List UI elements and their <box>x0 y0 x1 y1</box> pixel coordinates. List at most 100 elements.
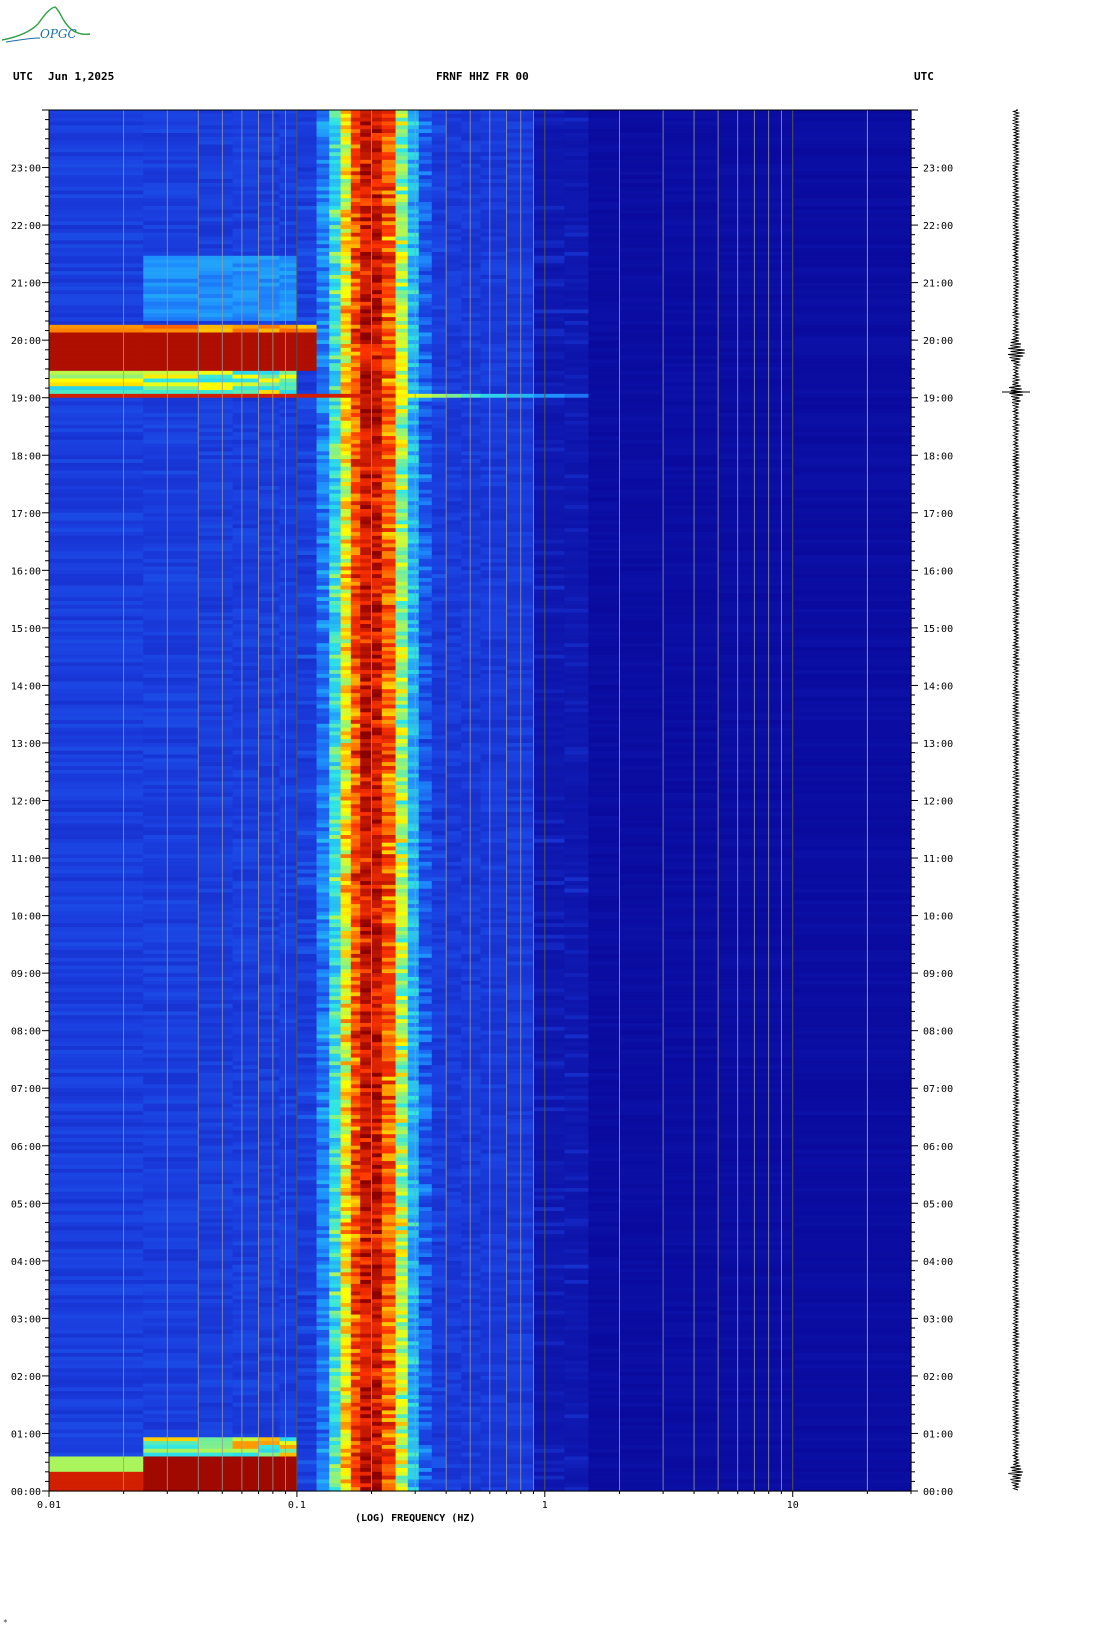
spectrogram-cell <box>564 420 590 426</box>
spectrogram-cell <box>663 255 719 261</box>
spectrogram-cell <box>49 558 144 564</box>
spectrogram-cell <box>143 643 199 648</box>
spectrogram-cell <box>279 585 298 591</box>
spectrogram-cell <box>143 374 199 380</box>
spectrogram-cell <box>395 175 409 180</box>
spectrogram-cell <box>480 317 508 322</box>
spectrogram-cell <box>564 113 590 119</box>
spectrogram-cell <box>143 731 199 736</box>
spectrogram-cell <box>480 474 508 479</box>
spectrogram-cell <box>418 639 433 644</box>
spectrogram-cell <box>49 305 144 311</box>
spectrogram-cell <box>533 562 566 568</box>
spectrogram-cell <box>619 121 664 126</box>
spectrogram-cell <box>350 110 361 115</box>
spectrogram-cell <box>663 328 719 334</box>
spectrogram-cell <box>506 639 535 644</box>
spectrogram-cell <box>663 731 719 736</box>
spectrogram-cell <box>49 359 144 364</box>
spectrogram-cell <box>418 750 433 756</box>
spectrogram-cell <box>461 501 482 506</box>
spectrogram-cell <box>350 727 361 733</box>
spectrogram-cell <box>371 171 383 176</box>
spectrogram-cell <box>360 367 373 372</box>
spectrogram-cell <box>395 466 409 472</box>
spectrogram-cell <box>506 232 535 238</box>
spectrogram-cell <box>663 271 719 276</box>
spectrogram-cell <box>49 746 144 752</box>
spectrogram-cell <box>316 497 330 502</box>
spectrogram-cell <box>407 428 420 433</box>
spectrogram-cell <box>506 501 535 506</box>
spectrogram-cell <box>258 148 281 153</box>
spectrogram-cell <box>395 232 409 238</box>
spectrogram-cell <box>279 205 298 211</box>
spectrogram-cell <box>232 156 260 161</box>
spectrogram-cell <box>329 420 342 426</box>
spectrogram-cell <box>258 693 281 698</box>
spectrogram-cell <box>329 466 342 472</box>
spectrogram-cell <box>619 608 664 614</box>
spectrogram-cell <box>258 739 281 744</box>
spectrogram-cell <box>718 574 794 579</box>
spectrogram-cell <box>533 742 566 748</box>
spectrogram-cell <box>407 221 420 226</box>
spectrogram-cell <box>718 608 794 614</box>
spectrogram-cell <box>480 282 508 288</box>
spectrogram-cell <box>480 654 508 660</box>
spectrogram-cell <box>198 136 234 142</box>
spectrogram-cell <box>258 117 281 123</box>
spectrogram-cell <box>446 328 462 334</box>
spectrogram-cell <box>418 512 433 518</box>
spectrogram-cell <box>279 420 298 426</box>
spectrogram-cell <box>792 624 912 629</box>
spectrogram-cell <box>446 742 462 748</box>
spectrogram-cell <box>350 693 361 698</box>
spectrogram-cell <box>407 274 420 280</box>
spectrogram-cell <box>506 524 535 529</box>
spectrogram-cell <box>360 627 373 633</box>
spectrogram-cell <box>198 209 234 215</box>
spectrogram-cell <box>198 520 234 525</box>
spectrogram-cell <box>431 685 447 690</box>
spectrogram-cell <box>329 570 342 575</box>
spectrogram-cell <box>49 566 144 571</box>
spectrogram-cell <box>418 520 433 525</box>
spectrogram-cell <box>232 117 260 123</box>
spectrogram-cell <box>258 240 281 245</box>
spectrogram-cell <box>395 443 409 449</box>
spectrogram-cell <box>395 658 409 663</box>
spectrogram-cell <box>588 163 621 169</box>
spectrogram-cell <box>232 474 260 479</box>
spectrogram-cell <box>418 202 433 207</box>
spectrogram-cell <box>533 735 566 740</box>
spectrogram-cell <box>232 405 260 410</box>
spectrogram-cell <box>340 267 352 272</box>
spectrogram-cell <box>340 658 352 663</box>
spectrogram-cell <box>446 612 462 617</box>
spectrogram-cell <box>395 148 409 153</box>
spectrogram-cell <box>663 451 719 456</box>
spectrogram-cell <box>395 363 409 368</box>
spectrogram-cell <box>316 129 330 134</box>
spectrogram-cell <box>480 535 508 541</box>
spectrogram-cell <box>588 754 621 759</box>
spectrogram-cell <box>143 301 199 307</box>
spectrogram-cell <box>564 493 590 499</box>
spectrogram-cell <box>533 547 566 552</box>
spectrogram-cell <box>792 470 912 476</box>
spectrogram-cell <box>371 551 383 556</box>
spectrogram-cell <box>198 301 234 307</box>
spectrogram-cell <box>350 700 361 706</box>
spectrogram-cell <box>350 758 361 763</box>
spectrogram-cell <box>533 650 566 656</box>
spectrogram-cell <box>360 278 373 284</box>
spectrogram-cell <box>564 624 590 629</box>
spectrogram-cell <box>340 677 352 683</box>
spectrogram-cell <box>718 148 794 153</box>
spectrogram-cell <box>564 762 590 767</box>
spectrogram-cell <box>279 248 298 253</box>
spectrogram-cell <box>461 535 482 541</box>
spectrogram-cell <box>588 263 621 268</box>
spectrogram-cell <box>564 681 590 687</box>
